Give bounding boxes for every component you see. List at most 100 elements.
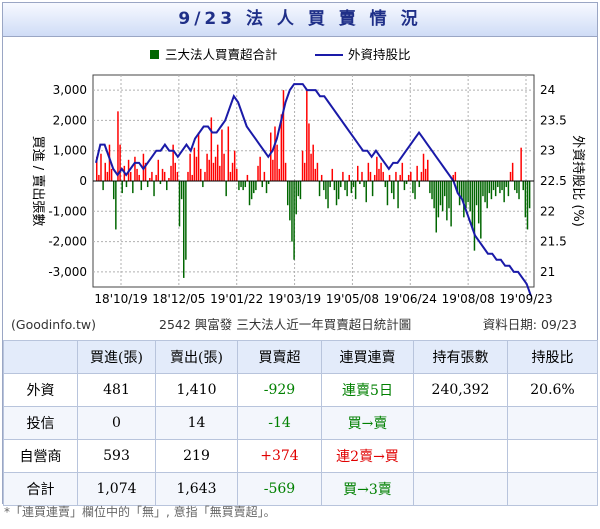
bar-mark — [518, 181, 520, 200]
bar-mark — [420, 171, 423, 181]
bar-mark — [486, 181, 488, 209]
bar-mark — [115, 181, 117, 230]
bar-mark — [166, 181, 168, 191]
bar-mark — [303, 162, 306, 181]
bar-mark — [153, 181, 155, 197]
bar-mark — [446, 181, 448, 221]
bar-mark — [244, 181, 247, 188]
bar-mark — [98, 174, 100, 181]
chart-footer-caption: 2542 興富發 三大法人近一年買賣超日統計圖 — [159, 317, 411, 332]
bar-mark — [367, 162, 370, 181]
table-row: 外資 481 1,410 -929 連賣5日 240,392 20.6% — [3, 373, 598, 407]
summary-table: 買進(張) 賣出(張) 買賣超 連買連賣 持有張數 持股比 外資 481 1,4… — [3, 340, 598, 506]
right-axis-title: 外資持股比 (%) — [570, 135, 585, 227]
bar-mark — [340, 181, 342, 188]
left-axis-title: 買進 / 賣出張數 — [30, 136, 45, 227]
left-tick-label: 1,000 — [53, 144, 87, 158]
bar-mark — [284, 162, 287, 181]
bar-mark — [516, 181, 518, 194]
header-cell: 賣出(張) — [155, 340, 238, 374]
bar-mark — [206, 153, 208, 181]
bar-mark — [112, 181, 115, 200]
bar-mark — [146, 181, 149, 188]
bar-mark — [119, 144, 121, 181]
bar-mark — [354, 181, 357, 200]
bar-mark — [250, 181, 253, 200]
bar-mark — [427, 159, 429, 181]
bar-mark — [310, 153, 312, 181]
bar-mark — [509, 171, 512, 181]
bar-mark — [263, 171, 266, 181]
chart-footer-date: 資料日期: 09/23 — [483, 317, 577, 332]
row-label: 自營商 — [3, 439, 78, 473]
row-label: 合計 — [3, 472, 78, 506]
streak-cell: 買→賣 — [321, 406, 414, 440]
bar-mark — [318, 181, 321, 197]
bar-mark — [373, 174, 376, 181]
bar-mark — [422, 153, 425, 181]
bar-mark — [151, 171, 153, 181]
ratio-cell: 20.6% — [507, 373, 598, 407]
header-cell: 連買連賣 — [321, 340, 414, 374]
sell-cell: 14 — [155, 406, 238, 440]
page-title: 9/23 法 人 買 賣 情 況 — [3, 3, 597, 37]
bar-mark — [410, 171, 412, 181]
institutional-trading-chart: 三大法人買賣超合計 外資持股比 3,000 2,000 1,000 0 -1,000 -2… — [11, 47, 585, 332]
bar-mark — [129, 171, 132, 181]
table-row: 自營商 593 219 +374 連2賣→買 — [3, 439, 598, 473]
bar-mark — [475, 181, 478, 206]
bar-mark — [295, 181, 297, 215]
bar-mark — [399, 174, 401, 181]
bar-mark — [270, 132, 272, 181]
bar-mark — [316, 162, 319, 181]
legend-bar-label: 三大法人買賣超合計 — [165, 47, 278, 62]
bar-mark — [236, 168, 238, 181]
right-tick-label: 21 — [540, 265, 555, 279]
bar-mark — [253, 181, 255, 194]
bar-mark — [444, 181, 446, 197]
bar-mark — [329, 181, 331, 188]
bar-mark — [424, 168, 427, 181]
bar-mark — [199, 168, 202, 181]
legend-bar-swatch — [150, 50, 159, 59]
header-cell — [3, 340, 78, 374]
bar-mark — [242, 181, 244, 191]
bar-mark — [344, 181, 346, 191]
bar-mark — [155, 174, 157, 181]
bar-mark — [136, 168, 138, 181]
bar-mark — [265, 181, 268, 194]
bar-mark — [327, 181, 329, 209]
streak-cell: 連2賣→買 — [321, 439, 414, 473]
bar-mark — [450, 181, 452, 227]
net-cell: -14 — [237, 406, 322, 440]
bar-mark — [170, 165, 172, 181]
bar-mark — [505, 181, 508, 188]
bar-mark — [117, 111, 119, 181]
bar-mark — [488, 181, 491, 194]
bar-mark — [429, 181, 431, 194]
bar-mark — [369, 171, 372, 181]
bar-mark — [441, 181, 444, 212]
bar-mark — [514, 181, 516, 191]
x-tick-label: 19'06/24 — [384, 292, 437, 306]
bar-mark — [520, 147, 522, 181]
bar-mark — [433, 181, 435, 209]
bar-mark — [376, 156, 378, 181]
bar-mark — [180, 181, 183, 200]
bar-mark — [223, 153, 225, 181]
bar-mark — [331, 168, 334, 181]
right-tick-label: 22 — [540, 204, 555, 218]
bar-mark — [233, 150, 236, 181]
bar-mark — [210, 117, 213, 181]
bar-mark — [246, 174, 249, 181]
header-cell: 持股比 — [507, 340, 598, 374]
x-tick-label: 18'10/19 — [94, 292, 147, 306]
bar-mark — [503, 181, 505, 203]
bar-mark — [382, 171, 384, 181]
bar-mark — [501, 181, 503, 191]
bar-mark — [371, 181, 374, 197]
bar-mark — [212, 162, 215, 181]
bar-mark — [384, 181, 387, 188]
bar-mark — [454, 171, 457, 181]
bar-mark — [231, 162, 234, 181]
